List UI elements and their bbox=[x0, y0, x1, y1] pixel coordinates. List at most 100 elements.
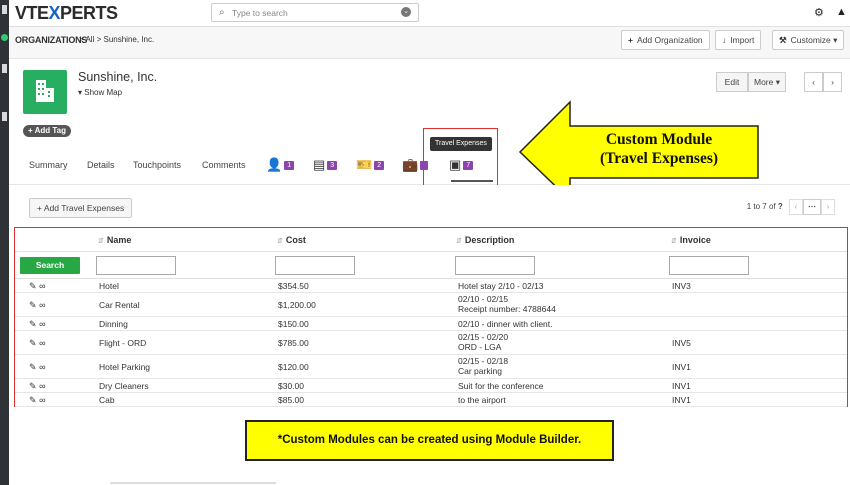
next-record-button[interactable]: › bbox=[823, 72, 842, 92]
more-button[interactable]: More ▾ bbox=[748, 72, 786, 92]
sort-icon: ⇵ bbox=[671, 238, 677, 245]
column-header-description[interactable]: ⇵ Description bbox=[456, 235, 514, 245]
next-page-button[interactable]: › bbox=[821, 199, 835, 215]
edit-button[interactable]: Edit bbox=[716, 72, 748, 92]
table-row[interactable]: ✎ ∞ Dry Cleaners $30.00 Suit for the confer… bbox=[15, 379, 847, 393]
previous-page-button[interactable]: ‹ bbox=[789, 199, 803, 215]
table-row[interactable]: ✎ ∞ Hotel $354.50 Hotel stay 2/10 - 02/13 IN… bbox=[15, 279, 847, 293]
status-dot-icon bbox=[1, 34, 8, 41]
cell-cost: $354.50 bbox=[278, 281, 309, 291]
link-icon[interactable]: ∞ bbox=[39, 300, 45, 310]
description-filter-input[interactable] bbox=[455, 256, 535, 275]
cell-description: to the airport bbox=[458, 395, 506, 405]
left-sidebar bbox=[0, 0, 9, 485]
add-travel-expenses-button[interactable]: + Add Travel Expenses bbox=[29, 198, 133, 218]
link-icon[interactable]: ∞ bbox=[39, 319, 45, 329]
link-icon[interactable]: ∞ bbox=[39, 395, 45, 405]
organization-icon bbox=[23, 70, 67, 114]
name-filter-input[interactable] bbox=[96, 256, 176, 275]
search-options-icon[interactable]: ⌄ bbox=[401, 7, 411, 17]
cost-filter-input[interactable] bbox=[275, 256, 355, 275]
cell-name[interactable]: Hotel bbox=[99, 281, 119, 291]
invoice-filter-input[interactable] bbox=[669, 256, 749, 275]
show-map-link[interactable]: ▾ Show Map bbox=[78, 88, 122, 97]
edit-pencil-icon[interactable]: ✎ bbox=[29, 381, 37, 391]
add-tag-button[interactable]: + Add Tag bbox=[23, 125, 72, 137]
previous-record-button[interactable]: ‹ bbox=[804, 72, 823, 92]
search-input[interactable]: Type to search bbox=[232, 8, 288, 18]
tab-tickets[interactable]: 🎫 2 bbox=[356, 157, 385, 172]
link-icon[interactable]: ∞ bbox=[39, 338, 45, 348]
link-icon[interactable]: ∞ bbox=[39, 381, 45, 391]
cell-description: 02/15 - 02/20 ORD - LGA bbox=[458, 332, 509, 352]
tab-documents[interactable]: ▤ 3 bbox=[313, 157, 338, 172]
tab-details[interactable]: Details bbox=[87, 160, 115, 170]
column-header-cost[interactable]: ⇵ Cost bbox=[277, 235, 306, 245]
row-actions: ✎ ∞ bbox=[29, 362, 45, 373]
table-row[interactable]: ✎ ∞ Car Rental $1,200.00 02/10 - 02/15 Recei… bbox=[15, 293, 847, 317]
sidebar-item-icon[interactable] bbox=[2, 112, 7, 121]
row-actions: ✎ ∞ bbox=[29, 319, 45, 330]
user-icon[interactable]: ▲ bbox=[836, 6, 847, 18]
column-header-name[interactable]: ⇵ Name bbox=[98, 235, 131, 245]
callout-text: Custom Module (Travel Expenses) bbox=[599, 131, 719, 167]
cell-cost: $785.00 bbox=[278, 338, 309, 348]
breadcrumb-filter[interactable]: All bbox=[85, 35, 94, 44]
sort-icon: ⇵ bbox=[277, 238, 283, 245]
edit-pencil-icon[interactable]: ✎ bbox=[29, 319, 37, 329]
cell-name[interactable]: Flight - ORD bbox=[99, 338, 146, 348]
table-row[interactable]: ✎ ∞ Cab $85.00 to the airport INV1 bbox=[15, 393, 847, 407]
customize-button[interactable]: ⚒ Customize ▾ bbox=[772, 30, 845, 50]
cell-name[interactable]: Dinning bbox=[99, 319, 128, 329]
app-logo[interactable]: VTEXPERTS bbox=[15, 3, 118, 24]
tab-tooltip: Travel Expenses bbox=[430, 137, 492, 151]
settings-icon[interactable]: ⚙ bbox=[814, 6, 824, 19]
filter-row: Search bbox=[15, 252, 847, 279]
tab-touchpoints[interactable]: Touchpoints bbox=[133, 160, 181, 170]
cell-invoice: INV3 bbox=[672, 281, 691, 291]
table-row[interactable]: ✎ ∞ Dinning $150.00 02/10 - dinner with cli… bbox=[15, 317, 847, 331]
cell-name[interactable]: Car Rental bbox=[99, 300, 140, 310]
breadcrumb: ORGANIZATIONS > All > Sunshine, Inc. + Ad… bbox=[9, 27, 850, 59]
cell-description: 02/10 - dinner with client. bbox=[458, 319, 553, 329]
edit-pencil-icon[interactable]: ✎ bbox=[29, 300, 37, 310]
horizontal-scrollbar[interactable] bbox=[110, 482, 276, 484]
edit-pencil-icon[interactable]: ✎ bbox=[29, 338, 37, 348]
cell-invoice: INV1 bbox=[672, 395, 691, 405]
table-row[interactable]: ✎ ∞ Hotel Parking $120.00 02/15 - 02/18 Car … bbox=[15, 355, 847, 379]
row-actions: ✎ ∞ bbox=[29, 381, 45, 392]
menu-icon[interactable] bbox=[2, 5, 7, 14]
sidebar-item-icon[interactable] bbox=[2, 64, 7, 73]
tab-contacts[interactable]: 👤 1 bbox=[266, 157, 295, 172]
import-button[interactable]: ↓ Import bbox=[715, 30, 762, 50]
page-jump-button[interactable]: ⋯ bbox=[803, 199, 821, 215]
link-icon[interactable]: ∞ bbox=[39, 281, 45, 291]
record-title: Sunshine, Inc. bbox=[78, 70, 158, 84]
note-text: *Custom Modules can be created using Mod… bbox=[277, 434, 582, 446]
link-icon[interactable]: ∞ bbox=[39, 362, 45, 372]
add-organization-button[interactable]: + Add Organization bbox=[621, 30, 710, 50]
pagination: 1 to 7 of ? ‹ ⋯ › bbox=[747, 199, 835, 217]
breadcrumb-trail: > All > Sunshine, Inc. bbox=[79, 35, 155, 44]
cell-invoice: INV1 bbox=[672, 381, 691, 391]
cell-description: Suit for the conference bbox=[458, 381, 544, 391]
edit-pencil-icon[interactable]: ✎ bbox=[29, 362, 37, 372]
breadcrumb-module[interactable]: ORGANIZATIONS bbox=[15, 35, 87, 45]
contacts-tab-icon: 👤 bbox=[266, 157, 283, 172]
count-badge: 1 bbox=[284, 160, 295, 170]
edit-pencil-icon[interactable]: ✎ bbox=[29, 395, 37, 405]
column-header-invoice[interactable]: ⇵ Invoice bbox=[671, 235, 711, 245]
cell-name[interactable]: Cab bbox=[99, 395, 115, 405]
cell-name[interactable]: Hotel Parking bbox=[99, 362, 150, 372]
edit-pencil-icon[interactable]: ✎ bbox=[29, 281, 37, 291]
cell-description: 02/15 - 02/18 Car parking bbox=[458, 356, 509, 376]
tab-summary[interactable]: Summary bbox=[29, 160, 68, 170]
tab-comments[interactable]: Comments bbox=[202, 160, 246, 170]
travel-expenses-table: ⇵ Name ⇵ Cost ⇵ Description ⇵ Invoice Search… bbox=[14, 227, 848, 407]
table-row[interactable]: ✎ ∞ Flight - ORD $785.00 02/15 - 02/20 ORD -… bbox=[15, 331, 847, 355]
total-count-link[interactable]: ? bbox=[778, 202, 783, 211]
row-actions: ✎ ∞ bbox=[29, 281, 45, 292]
search-button[interactable]: Search bbox=[20, 257, 80, 274]
global-search[interactable]: ⌕ Type to search ⌄ bbox=[211, 3, 419, 22]
cell-name[interactable]: Dry Cleaners bbox=[99, 381, 149, 391]
